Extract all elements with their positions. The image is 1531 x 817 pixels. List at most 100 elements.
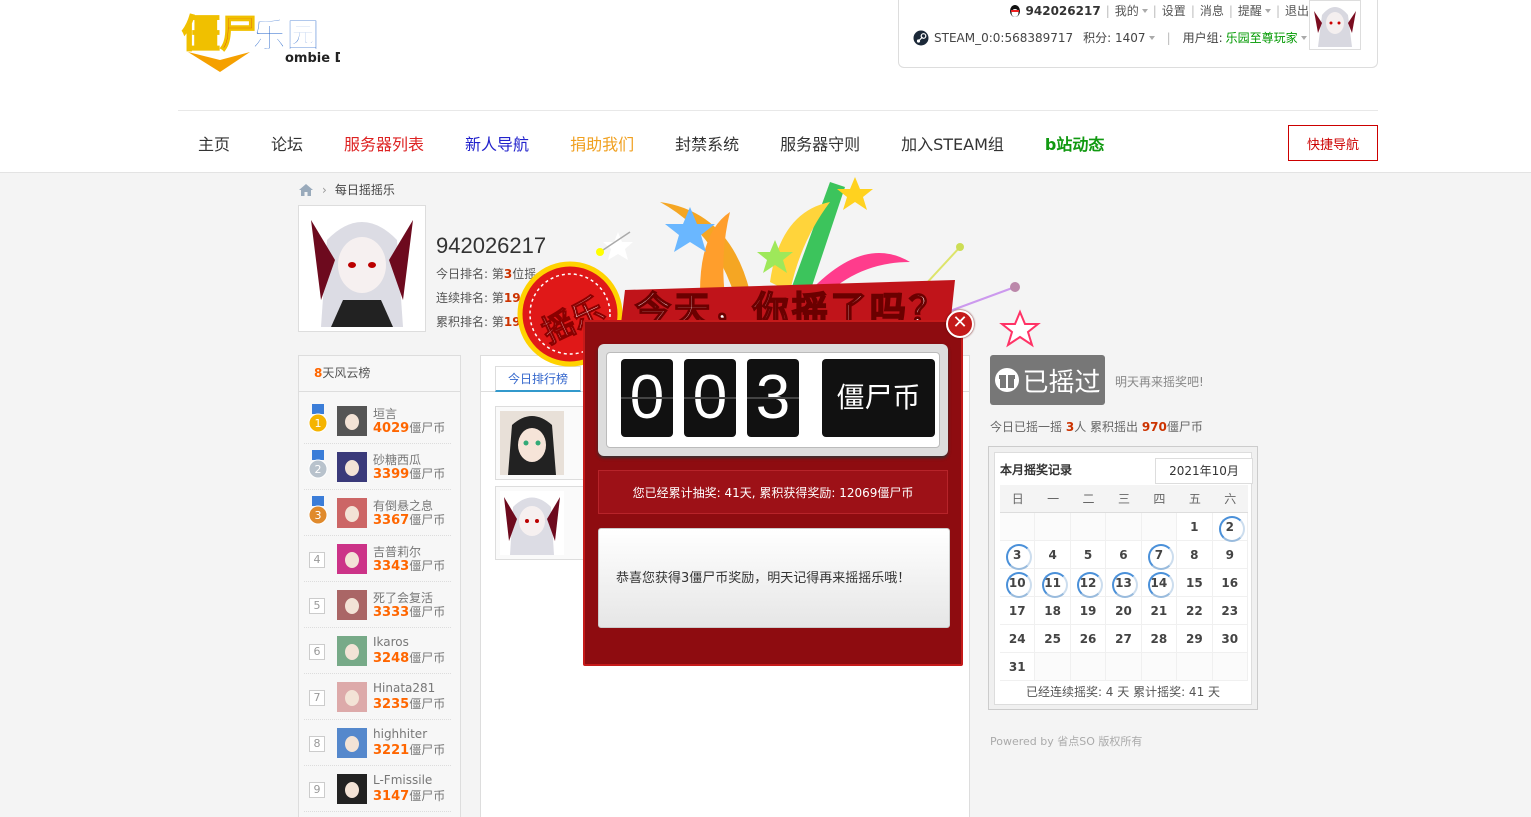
reward-counter: 0 0 3 僵尸币 bbox=[598, 344, 948, 456]
leaderboard-row[interactable]: 9 L-Fmissile 3147僵尸币 bbox=[304, 766, 451, 812]
come-back-tomorrow: 明天再来摇奖吧! bbox=[1115, 375, 1204, 389]
leaderboard-row[interactable]: 5 死了会复活 3333僵尸币 bbox=[304, 582, 451, 628]
site-header: 僵尸 乐园 ombie Den 942026217 |我的 |设置 |消息 |提… bbox=[0, 0, 1531, 173]
player-points: 3367僵尸币 bbox=[373, 513, 446, 528]
player-points: 3248僵尸币 bbox=[373, 651, 446, 666]
leaderboard-row[interactable]: 1 垣言 4029僵尸币 bbox=[304, 398, 451, 444]
breadcrumb: › 每日摇摇乐 bbox=[298, 181, 395, 198]
leaderboard-row[interactable]: 6 Ikaros 3248僵尸币 bbox=[304, 628, 451, 674]
messages-link[interactable]: 消息 bbox=[1200, 2, 1224, 19]
nav-newbie-guide[interactable]: 新人导航 bbox=[465, 131, 529, 155]
player-avatar bbox=[337, 498, 367, 528]
logout-link[interactable]: 退出 bbox=[1285, 2, 1309, 19]
rank-number: 4 bbox=[309, 552, 325, 568]
powered-by: Powered by 省点SO 版权所有 bbox=[990, 735, 1143, 748]
calendar-empty-cell bbox=[1106, 513, 1142, 541]
nav-bilibili[interactable]: b站动态 bbox=[1045, 131, 1104, 155]
monthly-calendar: 本月摇奖记录 2021年10月 日一二三四五六 1 2 3 4 5 6 7 8 9 10 11 12 13… bbox=[988, 446, 1258, 710]
calendar-empty-cell bbox=[1000, 513, 1036, 541]
calendar-day: 26 bbox=[1070, 625, 1107, 653]
calendar-day: 21 bbox=[1141, 597, 1178, 625]
rank-number: 3 bbox=[315, 509, 322, 522]
user-group[interactable]: 乐园至尊玩家 bbox=[1226, 29, 1298, 46]
home-icon[interactable] bbox=[298, 183, 314, 197]
site-logo[interactable]: 僵尸 乐园 ombie Den bbox=[180, 2, 340, 74]
user-group-label: 用户组: bbox=[1182, 31, 1223, 45]
calendar-day: 13 bbox=[1106, 569, 1142, 598]
chevron-right-icon: › bbox=[322, 182, 327, 197]
chevron-down-icon bbox=[1141, 8, 1148, 13]
calendar-week: 31 bbox=[1000, 653, 1248, 681]
score[interactable]: 积分: 1407 bbox=[1083, 29, 1145, 46]
user-avatar[interactable] bbox=[1309, 0, 1361, 50]
my-menu[interactable]: 我的 bbox=[1115, 2, 1139, 19]
rank-number: 8 bbox=[309, 736, 325, 752]
calendar-day: 20 bbox=[1106, 597, 1142, 625]
calendar-day: 27 bbox=[1106, 625, 1142, 653]
svg-text:僵尸: 僵尸 bbox=[182, 12, 258, 56]
calendar-day: 24 bbox=[1000, 625, 1036, 653]
nav-join-steam-group[interactable]: 加入STEAM组 bbox=[901, 131, 1004, 155]
calendar-day: 15 bbox=[1177, 569, 1213, 597]
settings-link[interactable]: 设置 bbox=[1162, 2, 1186, 19]
rank-number: 9 bbox=[309, 782, 325, 798]
leaderboard-row[interactable]: 2 砂糖西瓜 3399僵尸币 bbox=[304, 444, 451, 490]
leaderboard-row[interactable]: 8 highhiter 3221僵尸币 bbox=[304, 720, 451, 766]
calendar-month: 2021年10月 bbox=[1155, 458, 1253, 484]
player-avatar bbox=[337, 774, 367, 804]
calendar-day: 10 bbox=[1000, 569, 1036, 598]
profile-avatar[interactable] bbox=[298, 205, 426, 332]
user-toolbar: 942026217 | 我的 | 设置 | 消息 | 提醒 | 退出 bbox=[1008, 2, 1309, 19]
nav-forum[interactable]: 论坛 bbox=[271, 131, 303, 155]
rank-number: 7 bbox=[309, 690, 325, 706]
player-avatar bbox=[337, 590, 367, 620]
counter-digit: 3 bbox=[747, 359, 799, 437]
calendar-day: 22 bbox=[1177, 597, 1213, 625]
player-name: L-Fmissile bbox=[373, 773, 433, 787]
calendar-day: 17 bbox=[1000, 597, 1036, 625]
chevron-down-icon bbox=[1264, 8, 1271, 13]
weekday-label: 三 bbox=[1117, 492, 1130, 506]
calendar-day: 14 bbox=[1141, 569, 1178, 598]
medal-icon: 1 bbox=[308, 404, 328, 433]
calendar-title: 本月摇奖记录 bbox=[1000, 463, 1073, 477]
calendar-day: 31 bbox=[1000, 653, 1036, 681]
quick-nav-button[interactable]: 快捷导航 bbox=[1288, 125, 1378, 161]
calendar-week: 24 25 26 27 28 29 30 bbox=[1000, 625, 1248, 653]
player-points: 3221僵尸币 bbox=[373, 743, 446, 758]
player-avatar bbox=[337, 682, 367, 712]
player-points: 3147僵尸币 bbox=[373, 789, 446, 804]
player-name: Ikaros bbox=[373, 635, 409, 649]
nav-ban-system[interactable]: 封禁系统 bbox=[675, 131, 739, 155]
calendar-footer: 已经连续摇奖: 4 天 累计摇奖: 41 天 bbox=[1025, 685, 1221, 699]
calendar-week: 17 18 19 20 21 22 23 bbox=[1000, 597, 1248, 625]
player-points: 3399僵尸币 bbox=[373, 467, 446, 482]
calendar-day: 2 bbox=[1212, 513, 1248, 542]
reminders-menu[interactable]: 提醒 bbox=[1238, 2, 1262, 19]
calendar-day: 7 bbox=[1141, 541, 1178, 570]
calendar-day: 3 bbox=[1000, 541, 1036, 570]
leaderboard-row[interactable]: 7 Hinata281 3235僵尸币 bbox=[304, 674, 451, 720]
player-name: Hinata281 bbox=[373, 681, 436, 695]
counter-digit: 0 bbox=[621, 359, 673, 437]
player-avatar bbox=[337, 406, 367, 436]
medal-icon: 3 bbox=[308, 496, 328, 525]
close-icon[interactable]: ✕ bbox=[946, 310, 974, 338]
nav-donate[interactable]: 捐助我们 bbox=[570, 131, 634, 155]
nav-server-rules[interactable]: 服务器守则 bbox=[780, 131, 860, 155]
ranking-avatar bbox=[500, 491, 564, 555]
calendar-empty-cell bbox=[1070, 653, 1107, 681]
leaderboard-row[interactable]: 3 有倒悬之息 3367僵尸币 bbox=[304, 490, 451, 536]
leaderboard-row[interactable]: 4 吉普莉尔 3343僵尸币 bbox=[304, 536, 451, 582]
nav-home[interactable]: 主页 bbox=[198, 131, 230, 155]
calendar-empty-cell bbox=[1106, 653, 1142, 681]
player-avatar bbox=[337, 636, 367, 666]
ranking-avatar bbox=[500, 411, 564, 475]
reward-message: 恭喜您获得3僵尸币奖励，明天记得再来摇摇乐哦！ bbox=[598, 528, 950, 628]
nav-server-list[interactable]: 服务器列表 bbox=[344, 131, 424, 155]
rank-number: 2 bbox=[315, 463, 322, 476]
steam-icon bbox=[913, 30, 929, 45]
main-nav: 主页 论坛 服务器列表 新人导航 捐助我们 封禁系统 服务器守则 加入STEAM… bbox=[178, 131, 1125, 155]
nav-divider bbox=[178, 110, 1378, 111]
user-qq[interactable]: 942026217 bbox=[1026, 4, 1101, 18]
